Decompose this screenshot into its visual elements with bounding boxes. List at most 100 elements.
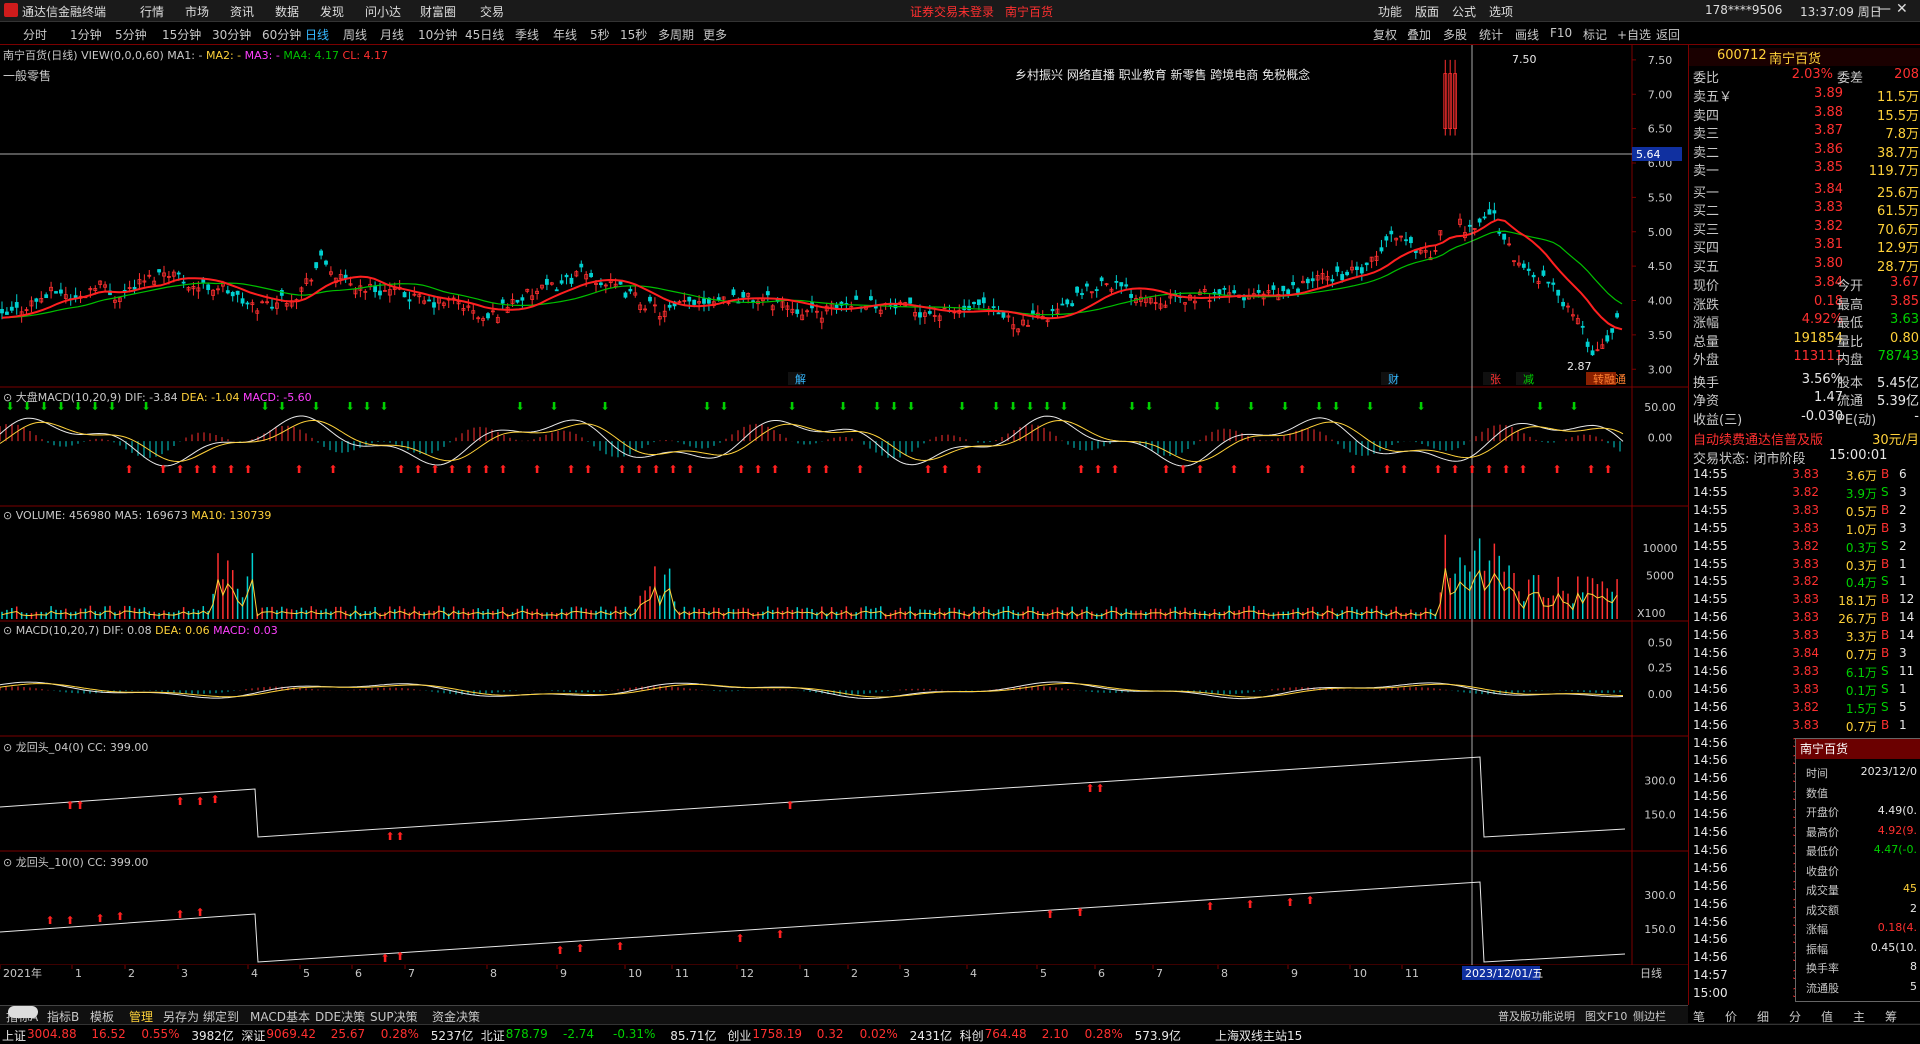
side-tab-4[interactable]: 值 xyxy=(1821,1008,1833,1025)
macd2-title[interactable]: MACD(10,20,7) xyxy=(16,624,100,637)
menu-data[interactable]: 数据 xyxy=(275,3,299,20)
account-id[interactable]: 178****9506 xyxy=(1705,3,1782,17)
tick-row[interactable]: 14:55 3.82 3.9万 S 3 xyxy=(1689,485,1920,503)
tick-row[interactable]: 14:56 3.83 3.3万 B 14 xyxy=(1689,628,1920,646)
cursor-date: 2023/12/01/五 xyxy=(1465,967,1543,980)
side-tab-1[interactable]: 价 xyxy=(1725,1008,1737,1025)
tool-1[interactable]: 叠加 xyxy=(1407,26,1431,43)
side-tab-6[interactable]: 筹 xyxy=(1885,1008,1897,1025)
tick-row[interactable]: 14:56 3.83 26.7万 B 14 xyxy=(1689,610,1920,628)
tick-row[interactable]: 14:56 3.83 0.7万 B 1 xyxy=(1689,718,1920,736)
tick-row[interactable]: 14:55 3.83 3.6万 B 6 xyxy=(1689,467,1920,485)
menu-news[interactable]: 资讯 xyxy=(230,3,254,20)
macd-panel-title[interactable]: 大盘MACD(10,20,9) xyxy=(16,391,122,404)
kline-chart[interactable]: 7.507.006.506.005.505.004.504.003.503.00… xyxy=(0,45,1688,1005)
tool-0[interactable]: 复权 xyxy=(1373,26,1397,43)
period-12[interactable]: 年线 xyxy=(553,26,577,43)
period-16[interactable]: 更多 xyxy=(703,26,727,43)
side-tab-5[interactable]: 主 xyxy=(1853,1008,1865,1025)
menu-market[interactable]: 市场 xyxy=(185,3,209,20)
dragon4-indicator-icon[interactable]: ⊙ xyxy=(3,741,12,754)
x-axis-label: 1 xyxy=(803,967,810,980)
ask-row-3[interactable]: 卖二 3.86 38.7万 xyxy=(1689,142,1920,161)
promo-price[interactable]: 30元/月 xyxy=(1849,429,1919,448)
tick-row[interactable]: 14:55 3.83 1.0万 B 3 xyxy=(1689,521,1920,539)
promo-text[interactable]: 自动续费通达信普及版 xyxy=(1693,429,1823,448)
toggle-switch[interactable] xyxy=(8,1006,38,1018)
bottom-right-0[interactable]: 普及版功能说明 xyxy=(1498,1008,1575,1024)
ask-row-1[interactable]: 卖四 3.88 15.5万 xyxy=(1689,105,1920,124)
bid-row-9[interactable]: 买五 3.80 28.7万 xyxy=(1689,256,1920,275)
macd-indicator-icon[interactable]: ⊙ xyxy=(3,391,12,404)
ask-row-4[interactable]: 卖一 3.85 119.7万 xyxy=(1689,160,1920,179)
tool-5[interactable]: F10 xyxy=(1550,26,1572,40)
volume-indicator-icon[interactable]: ⊙ xyxy=(3,509,12,522)
menu-trade[interactable]: 交易 xyxy=(480,3,504,20)
bid-row-5[interactable]: 买一 3.84 25.6万 xyxy=(1689,182,1920,201)
period-2[interactable]: 5分钟 xyxy=(115,26,147,43)
tool-7[interactable]: +自选 xyxy=(1617,26,1651,43)
menu-options[interactable]: 选项 xyxy=(1489,3,1513,20)
tool-4[interactable]: 画线 xyxy=(1515,26,1539,43)
tick-row[interactable]: 14:56 3.83 0.1万 S 1 xyxy=(1689,682,1920,700)
tool-8[interactable]: 返回 xyxy=(1656,26,1680,43)
tick-row[interactable]: 14:55 3.83 0.5万 B 2 xyxy=(1689,503,1920,521)
bottom-right-2[interactable]: 侧边栏 xyxy=(1633,1008,1666,1024)
tick-row[interactable]: 14:56 3.84 0.7万 B 3 xyxy=(1689,646,1920,664)
chart-area[interactable]: 7.50 7.00 6.50 6.00 5.50 5.00 4.50 4.00 3.50 3.00… xyxy=(0,45,1688,1005)
dragon4-title[interactable]: 龙回头_04(0) xyxy=(16,741,84,754)
ask-row-2[interactable]: 卖三 3.87 7.8万 xyxy=(1689,123,1920,142)
candle-body xyxy=(1404,239,1408,242)
tick-row[interactable]: 14:56 3.82 1.5万 S 5 xyxy=(1689,700,1920,718)
bottom-right-1[interactable]: 图文F10 xyxy=(1585,1008,1627,1024)
tick-time: 14:56 xyxy=(1693,950,1728,965)
period-14[interactable]: 15秒 xyxy=(620,26,647,43)
menu-quotes[interactable]: 行情 xyxy=(140,3,164,20)
tool-6[interactable]: 标记 xyxy=(1583,26,1607,43)
menu-discover[interactable]: 发现 xyxy=(320,3,344,20)
period-15[interactable]: 多周期 xyxy=(658,26,694,43)
minimize-icon[interactable]: — xyxy=(1877,1,1891,17)
macd-panel-header: ⊙ 大盘MACD(10,20,9) DIF: -3.84 DEA: -1.04 … xyxy=(3,389,312,405)
bid-row-6[interactable]: 买二 3.83 61.5万 xyxy=(1689,200,1920,219)
bid-price: 3.81 xyxy=(1814,237,1843,252)
menu-function[interactable]: 功能 xyxy=(1378,3,1402,20)
tick-row[interactable]: 14:55 3.82 0.4万 S 1 xyxy=(1689,574,1920,592)
close-icon[interactable]: ✕ xyxy=(1896,1,1908,17)
period-0[interactable]: 分时 xyxy=(23,26,47,43)
tick-row[interactable]: 14:55 3.83 18.1万 B 12 xyxy=(1689,592,1920,610)
dragon10-title[interactable]: 龙回头_10(0) xyxy=(16,856,84,869)
period-8[interactable]: 月线 xyxy=(380,26,404,43)
bid-row-7[interactable]: 买三 3.82 70.6万 xyxy=(1689,219,1920,238)
period-3[interactable]: 15分钟 xyxy=(162,26,201,43)
period-9[interactable]: 10分钟 xyxy=(418,26,457,43)
period-11[interactable]: 季线 xyxy=(515,26,539,43)
side-tab-0[interactable]: 笔 xyxy=(1693,1008,1705,1025)
period-5[interactable]: 60分钟 xyxy=(262,26,301,43)
dragon-arrow-icon: ⬆ xyxy=(1085,782,1094,795)
ask-row-0[interactable]: 卖五￥ 3.89 11.5万 xyxy=(1689,86,1920,105)
period-13[interactable]: 5秒 xyxy=(590,26,610,43)
bid-row-8[interactable]: 买四 3.81 12.9万 xyxy=(1689,237,1920,256)
period-7[interactable]: 周线 xyxy=(343,26,367,43)
side-tab-3[interactable]: 分 xyxy=(1789,1008,1801,1025)
login-warning[interactable]: 证券交易未登录 xyxy=(910,3,994,20)
macd2-indicator-icon[interactable]: ⊙ xyxy=(3,624,12,637)
menu-formula[interactable]: 公式 xyxy=(1452,3,1476,20)
period-4[interactable]: 30分钟 xyxy=(212,26,251,43)
tick-row[interactable]: 14:56 3.83 6.1万 S 11 xyxy=(1689,664,1920,682)
tool-3[interactable]: 统计 xyxy=(1479,26,1503,43)
period-1[interactable]: 1分钟 xyxy=(70,26,102,43)
period-10[interactable]: 45日线 xyxy=(465,26,504,43)
tool-2[interactable]: 多股 xyxy=(1443,26,1467,43)
dragon10-indicator-icon[interactable]: ⊙ xyxy=(3,856,12,869)
tick-row[interactable]: 14:55 3.82 0.3万 S 2 xyxy=(1689,539,1920,557)
side-tab-2[interactable]: 细 xyxy=(1757,1008,1769,1025)
promo-row[interactable]: 自动续费通达信普及版 30元/月 xyxy=(1689,429,1920,448)
menu-ask[interactable]: 问小达 xyxy=(365,3,401,20)
period-6[interactable]: 日线 xyxy=(305,26,329,43)
tick-row[interactable]: 14:55 3.83 0.3万 B 1 xyxy=(1689,557,1920,575)
menu-layout[interactable]: 版面 xyxy=(1415,3,1439,20)
volume-title[interactable]: VOLUME: 456980 xyxy=(16,509,111,522)
menu-wealth[interactable]: 财富圈 xyxy=(420,3,456,20)
